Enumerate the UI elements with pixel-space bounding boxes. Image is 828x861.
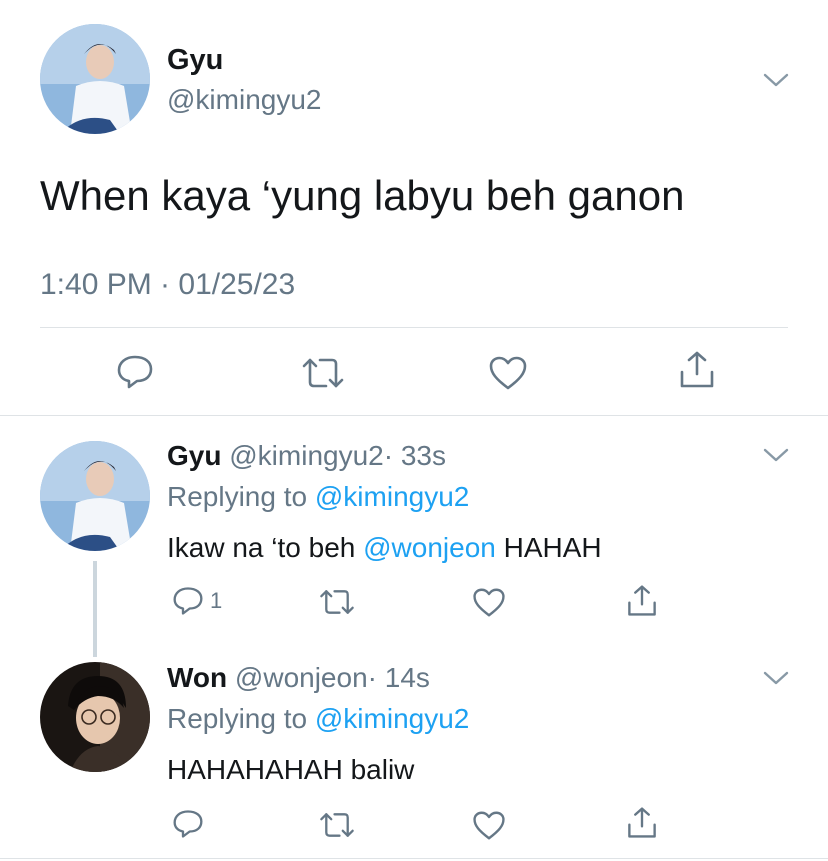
reply2-avatar[interactable] bbox=[40, 662, 150, 772]
replying-to-label: Replying to bbox=[167, 481, 308, 512]
divider bbox=[40, 327, 788, 328]
main-avatar[interactable] bbox=[40, 24, 150, 134]
reply2-header: Won @wonjeon· 14s bbox=[167, 662, 430, 694]
section-divider bbox=[0, 415, 828, 416]
main-tweet-text: When kaya ‘yung labyu beh ganon bbox=[40, 172, 685, 219]
reply1-text: Ikaw na ‘to beh @wonjeon HAHAH bbox=[167, 532, 602, 564]
reply-icon[interactable] bbox=[172, 809, 204, 839]
main-handle[interactable]: @kimingyu2 bbox=[167, 84, 321, 116]
heart-icon[interactable] bbox=[472, 810, 506, 841]
replying-to-handle[interactable]: @kimingyu2 bbox=[315, 703, 469, 734]
reply1-display-name[interactable]: Gyu bbox=[167, 440, 221, 471]
reply1-reply-action[interactable]: 1 bbox=[172, 586, 222, 616]
share-icon[interactable] bbox=[626, 584, 658, 618]
retweet-icon[interactable] bbox=[318, 811, 356, 839]
main-timestamp[interactable]: 1:40 PM · 01/25/23 bbox=[40, 268, 295, 302]
reply1-replying-to: Replying to @kimingyu2 bbox=[167, 481, 469, 513]
reply-count: 1 bbox=[210, 588, 223, 613]
main-display-name[interactable]: Gyu bbox=[167, 44, 223, 77]
reply-icon[interactable] bbox=[116, 354, 154, 390]
replying-to-handle[interactable]: @kimingyu2 bbox=[315, 481, 469, 512]
heart-icon[interactable] bbox=[472, 587, 506, 618]
reply1-avatar[interactable] bbox=[40, 441, 150, 551]
share-icon[interactable] bbox=[626, 806, 658, 840]
reply2-age[interactable]: · 14s bbox=[368, 662, 430, 693]
reply2-display-name[interactable]: Won bbox=[167, 662, 227, 693]
reply-icon[interactable] bbox=[172, 586, 204, 616]
reply1-header: Gyu @kimingyu2· 33s bbox=[167, 440, 446, 472]
reply1-mention[interactable]: @wonjeon bbox=[363, 532, 496, 563]
reply1-text-before: Ikaw na ‘to beh bbox=[167, 532, 364, 563]
reply1-age[interactable]: · 33s bbox=[384, 440, 446, 471]
bottom-divider bbox=[0, 858, 828, 859]
heart-icon[interactable] bbox=[488, 355, 528, 391]
reply1-handle[interactable]: @kimingyu2 bbox=[229, 440, 383, 471]
reply2-replying-to: Replying to @kimingyu2 bbox=[167, 703, 469, 735]
retweet-icon[interactable] bbox=[318, 588, 356, 616]
chevron-down-icon[interactable] bbox=[763, 670, 789, 686]
reply1-text-after: HAHAH bbox=[495, 532, 602, 563]
reply2-text: HAHAHAHAH baliw bbox=[167, 754, 415, 785]
chevron-down-icon[interactable] bbox=[763, 72, 789, 88]
thread-line bbox=[93, 561, 97, 657]
retweet-icon[interactable] bbox=[300, 356, 346, 390]
share-icon[interactable] bbox=[678, 350, 716, 390]
replying-to-label: Replying to bbox=[167, 703, 308, 734]
chevron-down-icon[interactable] bbox=[763, 447, 789, 463]
reply2-handle[interactable]: @wonjeon bbox=[235, 662, 368, 693]
